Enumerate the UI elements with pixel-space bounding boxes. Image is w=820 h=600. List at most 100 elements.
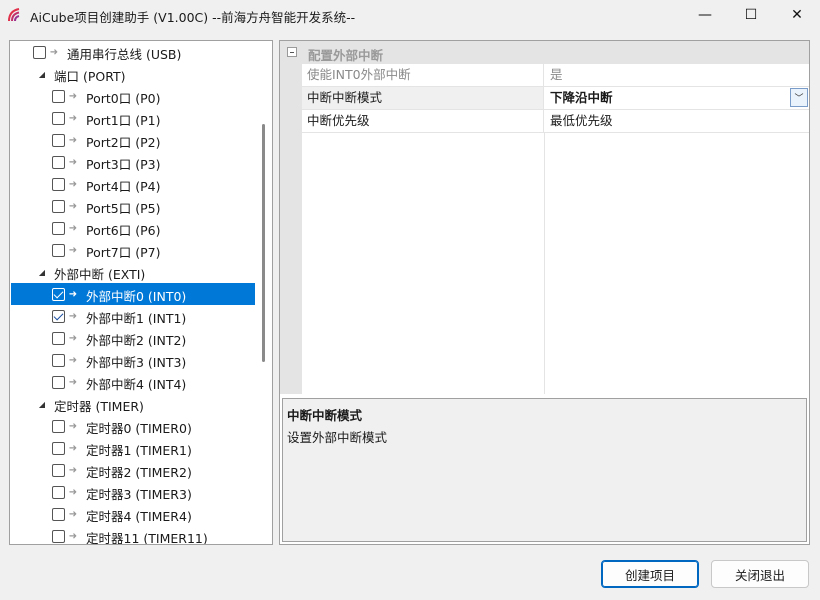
tree-item-label: 外部中断0 (INT0) [86,289,187,304]
arrow-right-icon: ➜ [68,310,78,322]
maximize-icon: ☐ [744,7,758,23]
tree-item-checkbox[interactable] [52,178,65,191]
tree-group[interactable]: ◢ 定时器 (TIMER) [11,393,255,415]
tree-item-checkbox[interactable] [52,508,65,521]
property-row-enable-int0[interactable]: 使能INT0外部中断 是 [302,64,809,87]
chevron-down-icon[interactable]: ﹀ [790,88,808,107]
tree-item-checkbox[interactable] [52,134,65,147]
tree-item-label: 外部中断3 (INT3) [86,355,187,370]
property-gutter [280,64,302,394]
tree-item-checkbox[interactable] [52,332,65,345]
tree-item-checkbox[interactable] [52,464,65,477]
property-category[interactable]: 配置外部中断 [280,41,809,64]
tree-item-label: Port6口 (P6) [86,223,161,238]
arrow-right-icon: ➜ [68,442,78,454]
tree-group[interactable]: ◢ 外部中断 (EXTI) [11,261,255,283]
tree-item-checkbox[interactable] [52,288,65,301]
tree-item-label: 定时器2 (TIMER2) [86,465,192,480]
tree-item[interactable]: ➜ Port7口 (P7) [11,239,255,261]
tree-item[interactable]: ➜ 定时器0 (TIMER0) [11,415,255,437]
tree-item-checkbox[interactable] [52,200,65,213]
tree-item-checkbox[interactable] [52,354,65,367]
tree-item-checkbox[interactable] [52,442,65,455]
property-value[interactable]: 下降沿中断 [545,87,809,109]
tree-item-label: 外部中断1 (INT1) [86,311,187,326]
property-name: 中断中断模式 [302,87,544,109]
tree-group[interactable]: ◢ 端口 (PORT) [11,63,255,85]
tree-item-checkbox[interactable] [52,156,65,169]
tree-item-label: 定时器3 (TIMER3) [86,487,192,502]
tree-item-label: Port7口 (P7) [86,245,161,260]
tree-item[interactable]: ➜ 定时器2 (TIMER2) [11,459,255,481]
collapse-icon[interactable] [287,47,297,57]
tree-item[interactable]: ➜ Port2口 (P2) [11,129,255,151]
category-label: 配置外部中断 [308,48,384,63]
tree-item[interactable]: ➜ Port0口 (P0) [11,85,255,107]
tree-item-checkbox[interactable] [52,376,65,389]
create-project-button[interactable]: 创建项目 [601,560,699,588]
property-grid[interactable]: 配置外部中断 使能INT0外部中断 是 中断中断模式 下降沿中断 ﹀ 中断优先级… [279,40,810,545]
arrow-right-icon: ➜ [68,222,78,234]
tree-item-label: 外部中断4 (INT4) [86,377,187,392]
tree-item[interactable]: ➜ Port6口 (P6) [11,217,255,239]
tree-item[interactable]: ➜ 外部中断3 (INT3) [11,349,255,371]
arrow-right-icon: ➜ [68,508,78,520]
tree-item[interactable]: ➜ Port1口 (P1) [11,107,255,129]
tree-item-label: 外部中断2 (INT2) [86,333,187,348]
tree-item-label: 定时器4 (TIMER4) [86,509,192,524]
tree-item-checkbox[interactable] [52,530,65,543]
arrow-right-icon: ➜ [68,530,78,542]
tree-scrollbar-thumb[interactable] [262,124,265,362]
maximize-button[interactable]: ☐ [728,0,774,30]
tree-item[interactable]: ➜ Port3口 (P3) [11,151,255,173]
arrow-right-icon: ➜ [68,156,78,168]
tree-item[interactable]: ➜ 定时器3 (TIMER3) [11,481,255,503]
tree-item[interactable]: ➜ 定时器1 (TIMER1) [11,437,255,459]
property-value: 最低优先级 [550,113,613,128]
property-row-interrupt-mode[interactable]: 中断中断模式 下降沿中断 ﹀ [302,87,809,110]
tree-item-label: Port2口 (P2) [86,135,161,150]
tree-item-checkbox[interactable] [52,244,65,257]
tree-item[interactable]: ➜ 定时器11 (TIMER11) [11,525,255,545]
window-title: AiCube项目创建助手 (V1.00C) --前海方舟智能开发系统-- [30,10,356,25]
tree-item-checkbox[interactable] [33,46,46,59]
arrow-right-icon: ➜ [68,354,78,366]
close-exit-button[interactable]: 关闭退出 [711,560,809,588]
tree-item[interactable]: ➜ Port4口 (P4) [11,173,255,195]
arrow-right-icon: ➜ [68,134,78,146]
tree-item-checkbox[interactable] [52,112,65,125]
arrow-right-icon: ➜ [68,376,78,388]
minimize-button[interactable]: — [682,0,728,30]
tree-item-checkbox[interactable] [52,420,65,433]
tree-item[interactable]: ➜ Port5口 (P5) [11,195,255,217]
tree-item-label: Port5口 (P5) [86,201,161,216]
arrow-right-icon: ➜ [68,178,78,190]
tree-item[interactable]: ➜ 外部中断4 (INT4) [11,371,255,393]
close-button[interactable]: ✕ [774,0,820,30]
description-pane: 中断中断模式 设置外部中断模式 [282,398,807,542]
expand-triangle-icon[interactable]: ◢ [37,393,47,415]
arrow-right-icon: ➜ [68,244,78,256]
property-name: 使能INT0外部中断 [302,64,544,86]
expand-triangle-icon[interactable]: ◢ [37,63,47,85]
property-row-priority[interactable]: 中断优先级 最低优先级 [302,110,809,133]
tree-item[interactable]: ➜ 外部中断0 (INT0) [11,283,255,305]
tree-item[interactable]: ➜ 外部中断2 (INT2) [11,327,255,349]
peripheral-tree[interactable]: ➜ 通用串行总线 (USB) ◢ 端口 (PORT) ➜ Port0口 (P0) ➜ Port… [9,40,273,545]
tree-group-label: 端口 (PORT) [54,69,126,84]
tree-item-checkbox[interactable] [52,486,65,499]
description-text: 设置外部中断模式 [287,430,388,445]
tree-item-checkbox[interactable] [52,310,65,323]
tree-item-checkbox[interactable] [52,90,65,103]
tree-item-checkbox[interactable] [52,222,65,235]
tree-item-label: 定时器1 (TIMER1) [86,443,192,458]
tree-item-label: 定时器11 (TIMER11) [86,531,208,545]
expand-triangle-icon[interactable]: ◢ [37,261,47,283]
column-splitter[interactable] [544,133,545,394]
tree-item[interactable]: ➜ 通用串行总线 (USB) [11,41,255,63]
tree-item[interactable]: ➜ 定时器4 (TIMER4) [11,503,255,525]
tree-item[interactable]: ➜ 外部中断1 (INT1) [11,305,255,327]
app-logo-icon [8,8,20,22]
arrow-right-icon: ➜ [68,464,78,476]
tree-item-label: 定时器0 (TIMER0) [86,421,192,436]
